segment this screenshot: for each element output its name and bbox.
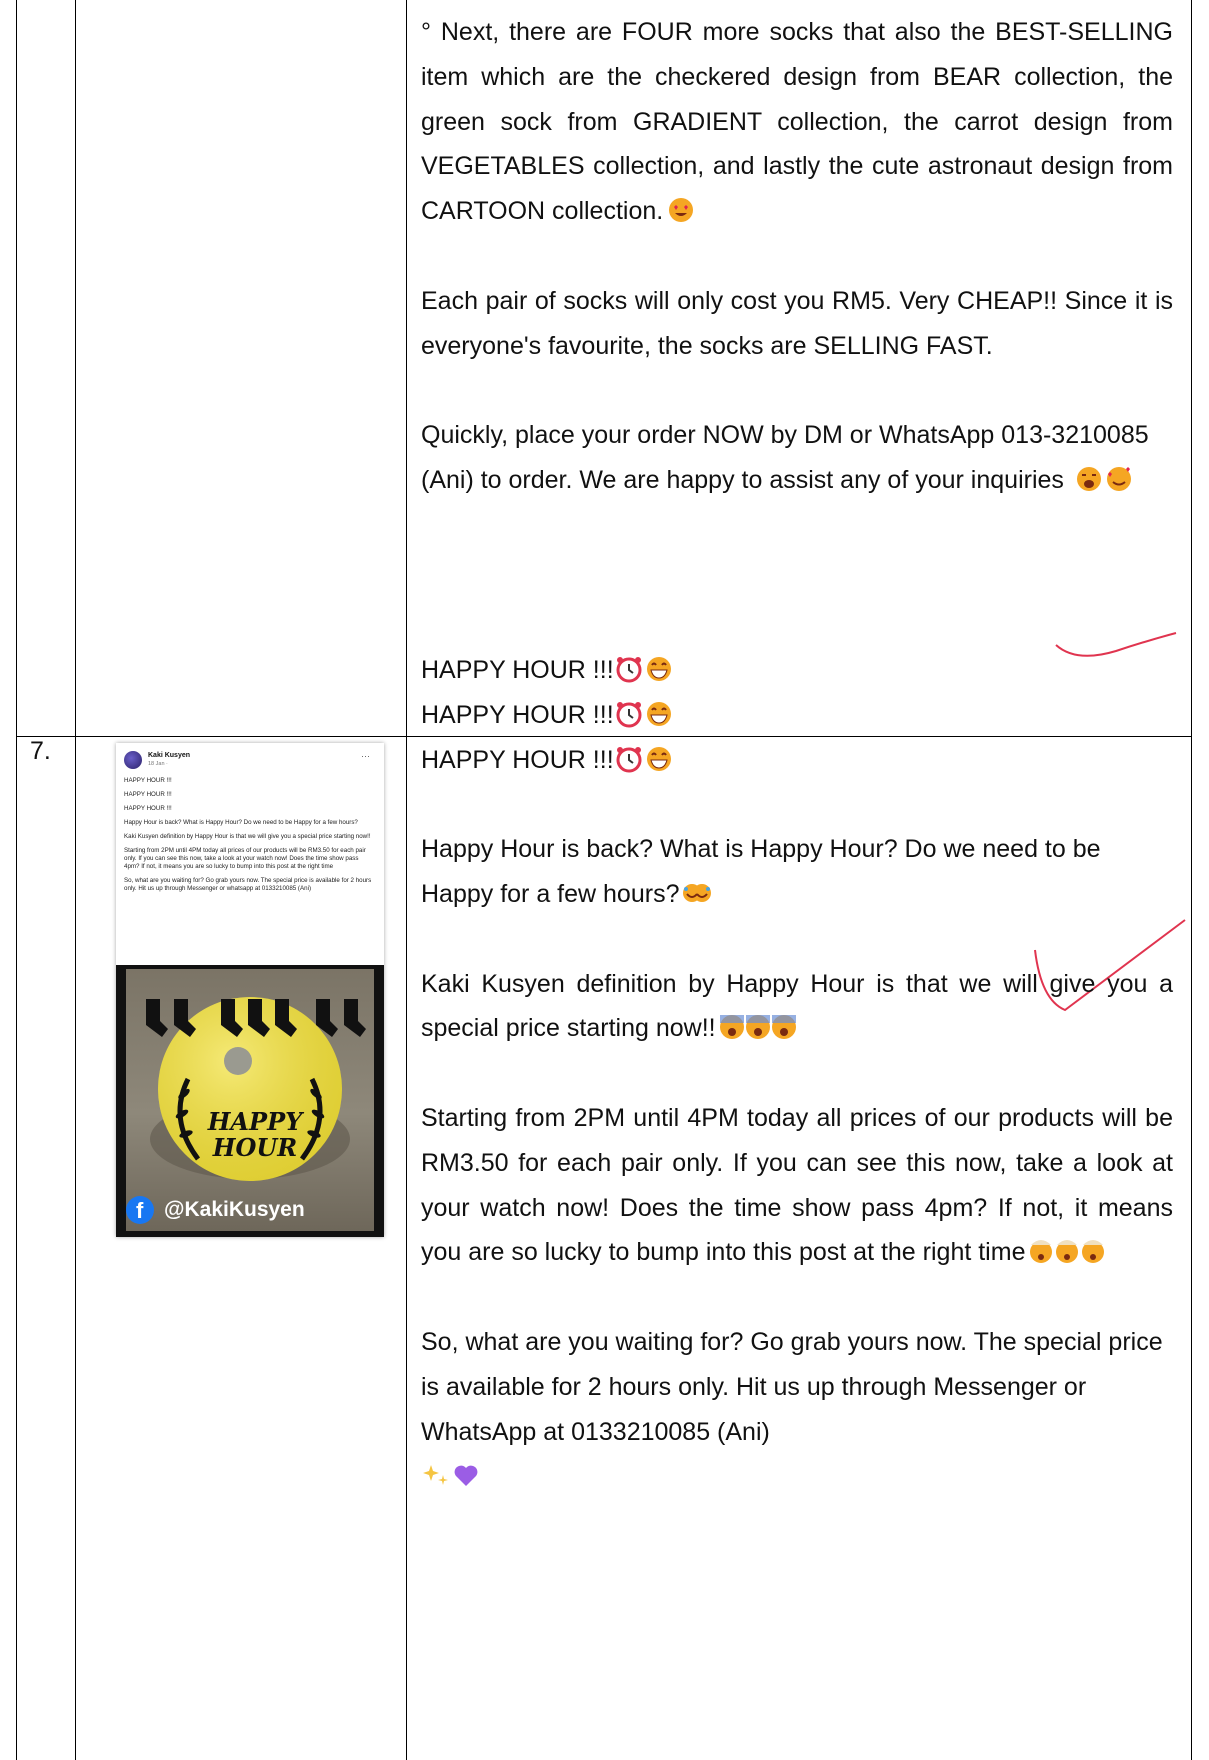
row7-text: HAPPY HOUR !!! HAPPY HOUR !!! HAPPY HOUR…	[421, 648, 1173, 1499]
row7-paragraph-1: Happy Hour is back? What is Happy Hour? …	[421, 835, 1101, 908]
screaming-emoji-icon	[1074, 463, 1104, 491]
post-line: So, what are you waiting for? Go grab yo…	[124, 877, 372, 892]
row7-paragraph-4: So, what are you waiting for? Go grab yo…	[421, 1320, 1173, 1499]
alarm-clock-emoji-icon	[614, 743, 644, 773]
happy-hour-line: HAPPY HOUR !!!	[421, 738, 1173, 783]
smiley-ball-graphic	[146, 997, 366, 1181]
post-body: HAPPY HOUR !!! HAPPY HOUR !!! HAPPY HOUR…	[124, 777, 374, 899]
happy-hour-title: HAPPY HOUR	[207, 1107, 303, 1162]
post-date: 18 Jan ·	[148, 761, 168, 767]
post-header: Kaki Kusyen 18 Jan · ···	[124, 751, 374, 773]
post-page-name: Kaki Kusyen	[148, 752, 191, 759]
table-border-col2	[406, 0, 407, 1760]
exploding-head-emoji-icon	[1028, 1235, 1106, 1264]
table-border-right	[1191, 0, 1192, 1760]
grinning-emoji-icon	[644, 743, 674, 771]
post-line: HAPPY HOUR !!!	[124, 805, 172, 812]
facebook-f-letter: f	[136, 1198, 144, 1223]
post-line: Kaki Kusyen definition by Happy Hour is …	[124, 833, 371, 840]
happy-hour-line: HAPPY HOUR !!!	[421, 693, 1173, 738]
smiling-hearts-emoji-icon	[1104, 463, 1134, 491]
prev-paragraph-3: Quickly, place your order NOW by DM or W…	[421, 421, 1149, 494]
sparkles-emoji-icon	[421, 1459, 451, 1487]
post-line: Happy Hour is back? What is Happy Hour? …	[124, 819, 358, 826]
grinning-emoji-icon	[644, 653, 674, 681]
alarm-clock-emoji-icon	[614, 698, 644, 728]
row7-paragraph-2: Kaki Kusyen definition by Happy Hour is …	[421, 969, 1173, 1043]
heart-eyes-emoji-icon	[666, 194, 696, 223]
happy-hour-graphic: HAPPY HOUR	[126, 969, 374, 1231]
table-border-left	[16, 0, 17, 1760]
table-border-col1	[75, 0, 76, 1760]
purple-heart-emoji-icon	[451, 1459, 481, 1487]
post-line: HAPPY HOUR !!!	[124, 791, 172, 798]
happy-hour-line: HAPPY HOUR !!!	[421, 648, 1173, 693]
prev-paragraph-2: Each pair of socks will only cost you RM…	[421, 286, 1173, 360]
grinning-emoji-icon	[644, 698, 674, 726]
facebook-post-thumbnail: Kaki Kusyen 18 Jan · ··· HAPPY HOUR !!! …	[116, 743, 384, 1237]
post-line: Starting from 2PM until 4PM today all pr…	[124, 847, 366, 870]
row7-paragraph-3: Starting from 2PM until 4PM today all pr…	[421, 1103, 1173, 1267]
row-number: 7.	[30, 737, 51, 765]
post-image: HAPPY HOUR f @KakiKusyen	[116, 965, 384, 1237]
screaming-fear-emoji-icon	[719, 1011, 797, 1040]
page-avatar	[124, 751, 142, 769]
post-line: HAPPY HOUR !!!	[124, 777, 172, 784]
rofl-emoji-icon	[682, 877, 712, 905]
more-options-icon: ···	[361, 751, 370, 761]
alarm-clock-emoji-icon	[614, 653, 644, 683]
prev-row-text: ° Next, there are FOUR more socks that a…	[421, 10, 1173, 503]
page-handle: @KakiKusyen	[164, 1198, 305, 1221]
prev-paragraph-1: ° Next, there are FOUR more socks that a…	[421, 18, 1173, 226]
